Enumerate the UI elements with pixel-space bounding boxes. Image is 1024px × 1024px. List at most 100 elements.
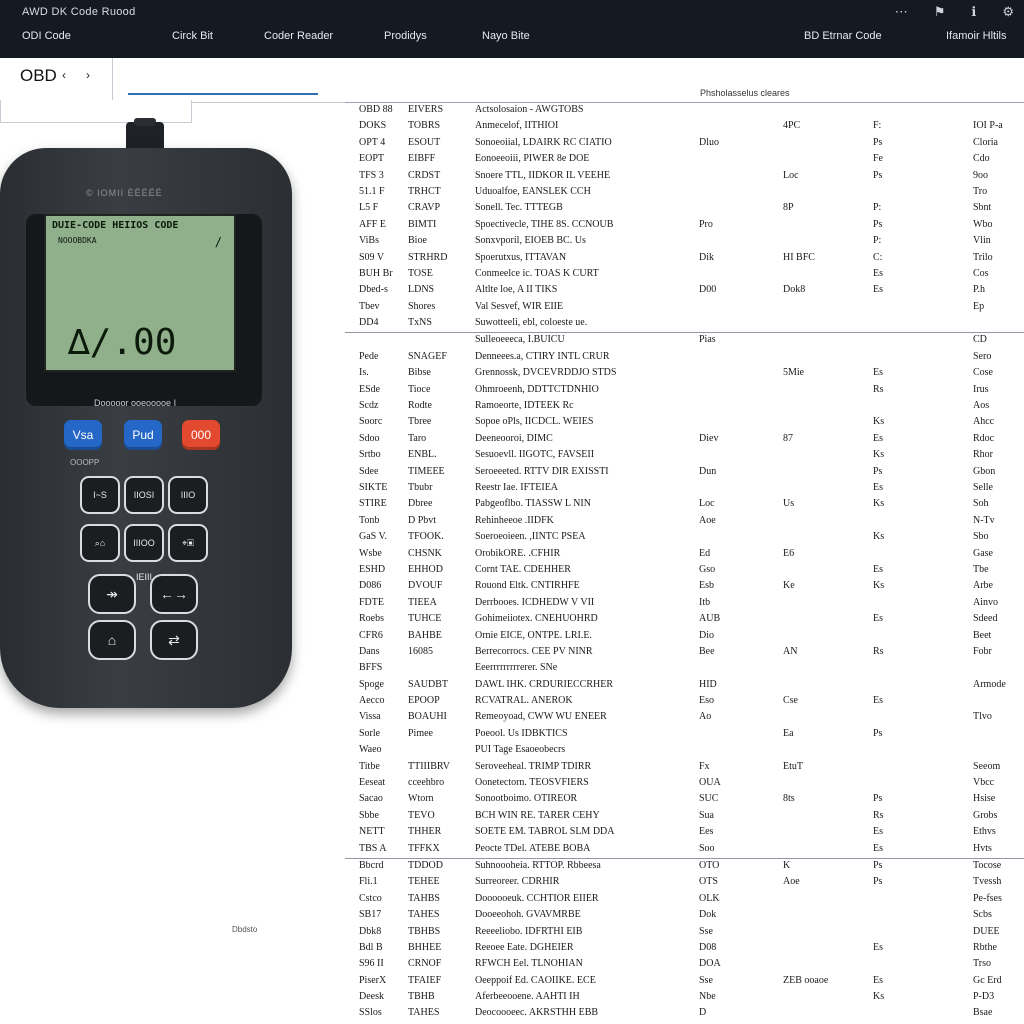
table-row[interactable]: BFFS Eeerrrrrrrrrerer. SNe [345,661,1024,677]
table-row[interactable]: Fli.1 TEHEE Surreoreer. CDRHIR OTS Aoe Ps Tves… [345,875,1024,891]
table-row[interactable]: ViBs Bioe Sonxvporil, EIOEB BC. Us P: Vlin [345,234,1024,250]
key-1[interactable]: I~S [80,476,120,514]
table-row[interactable]: S09 V STRHRD Spoerutxus, ITTAVAN Dik HI BFC C… [345,251,1024,267]
nav-item-odi-code[interactable]: ODI Code [22,30,71,42]
table-row[interactable]: Aecco EPOOP RCVATRAL. ANEROK Eso Cse Es [345,694,1024,710]
table-row[interactable]: DD4 TxNS Suwotteeli, ebl, coloeste ue. [345,316,1024,332]
table-row[interactable]: ESde Tioce Ohmroeenh, DDTTCTDNHIO Rs Irus [345,383,1024,399]
table-row[interactable]: Sorle Pimee Poeool. Us IDBKTICS Ea Ps [345,727,1024,743]
obd-tab[interactable]: OBD ‹ › [0,58,113,100]
table-row[interactable]: Waeo PUI Tage Esaoeobecrs [345,743,1024,759]
key-6[interactable]: ⌖▣ [168,524,208,562]
key-2[interactable]: IIOSI IIOII [124,476,164,534]
table-cell: Suwotteeli, ebl, coloeste ue. [475,317,588,329]
table-row[interactable]: Spoge SAUDBT DAWL IHK. CRDURIECCRHER HID Arm… [345,678,1024,694]
table-cell: Fli.1 [359,876,378,888]
key-4[interactable]: ⌕⌂ [80,524,120,562]
table-cell: Trso [973,958,991,970]
table-row[interactable]: BUH Br TOSE Conmeelce ic. TOAS K CURT Es Cos [345,267,1024,283]
table-row[interactable]: ESHD EHHOD Cornt TAE. CDEHHER Gso Es Tbe [345,563,1024,579]
table-cell: DUEE [973,925,1000,937]
table-cell: Spoectivecle, TIHE 8S. CCNOUB [475,218,614,230]
table-row[interactable]: Sdoo Taro Deeneooroi, DIMC Diev 87 Es Rdoc [345,432,1024,448]
table-row[interactable]: TBS A TFFKX Peocte TDel. ATEBE BOBA Soo Es Hv… [345,842,1024,858]
key-5[interactable]: IIIOO IEIII [124,524,164,582]
key-3[interactable]: IIIO [168,476,208,514]
table-row[interactable]: Dbed-s LDNS Altlte loe, A II TIKS D00 Dok8 Es… [345,283,1024,299]
nav-item-circk-bit[interactable]: Circk Bit [172,30,213,42]
table-row[interactable]: SB17 TAHES Dooeeohoh. GVAVMRBE Dok Scbs [345,908,1024,924]
table-cell: Ps [873,727,883,739]
main-nav: ODI Code Circk Bit Coder Reader Prodidys… [0,30,1024,50]
table-row[interactable]: Cstco TAHBS Doooooeuk. CCHTIOR EIIER OLK Pe-… [345,892,1024,908]
nav-item-coder-reader[interactable]: Coder Reader [264,30,333,42]
yes-button[interactable]: Vsa [64,420,102,450]
nav-item-bd-etrnar-code[interactable]: BD Etrnar Code [804,30,882,42]
table-row[interactable]: Sulleoeeeca, I.BUICU Pias CD [345,332,1024,349]
flag-icon[interactable]: ⚑ [934,4,946,20]
table-row[interactable]: 51.1 F TRHCT Uduoalfoe, EANSLEK CCH Tro [345,185,1024,201]
red-button[interactable]: 000 [182,420,220,450]
table-cell: Ke [783,580,795,592]
table-row[interactable]: Eeseat cceehbro Oonetectorn. TEOSVFIERS OUA… [345,776,1024,792]
key-8[interactable]: ←→ [150,574,198,614]
table-row[interactable]: Vissa BOAUHI Remeoyoad, CWW WU ENEER Ao Tlvo [345,710,1024,726]
table-row[interactable]: OBD 88 EIVERS Actsolosaion - AWGTOBS [345,103,1024,119]
table-row[interactable]: Pede SNAGEF Denneees.a, CTIRY INTL CRUR Ser… [345,350,1024,366]
table-row[interactable]: Sbbe TEVO BCH WIN RE. TARER CEHY Sua Rs Grobs [345,809,1024,825]
table-row[interactable]: D086 DVOUF Rouond Eltk. CNTIRHFE Esb Ke Ks Arb… [345,579,1024,595]
table-row[interactable]: DOKS TOBRS Anmecelof, IITHIOI 4PC F: IOI P-a [345,119,1024,135]
table-row[interactable]: Soorc Tbree Sopoe oPls, IICDCL. WEIES Ks Ahc… [345,415,1024,431]
table-row[interactable]: TFS 3 CRDST Snoere TTL, IIDKOR IL VEEHE Loc… [345,169,1024,185]
table-cell: Es [873,613,883,625]
table-row[interactable]: Roebs TUHCE Gohimeiiotex. CNEHUOHRD AUB Es Sd… [345,612,1024,628]
table-row[interactable]: AFF E BIMTI Spoectivecle, TIHE 8S. CCNOUB P… [345,218,1024,234]
table-cell: Hvts [973,842,992,854]
table-cell: RCVATRAL. ANEROK [475,695,573,707]
table-row[interactable]: NETT THHER SOETE EM. TABROL SLM DDA Ees Es Et… [345,825,1024,841]
table-cell: Es [873,941,883,953]
table-row[interactable]: GaS V. TFOOK. Soeroeoieen. ,IINTC PSEA Ks Sb… [345,530,1024,546]
table-row[interactable]: L5 F CRAVP Sonell. Tec. TTTEGB 8P P: Sbnt [345,201,1024,217]
table-row[interactable]: Sacao Wtorn Sonootboimo. OTIREOR SUC 8ts Ps Hs… [345,792,1024,808]
table-row[interactable]: CFR6 BAHBE Ornie EICE, ONTPE. LRI.E. Dio Bee… [345,629,1024,645]
table-cell: ZEB ooaoe [783,974,829,986]
nav-item-prodidys[interactable]: Prodidys [384,30,427,42]
key-7[interactable]: ↠ [88,574,136,614]
table-row[interactable]: S96 II CRNOF RFWCH Eel. TLNOHIAN DOA Trso [345,957,1024,973]
table-row[interactable]: Bdl B BHHEE Reeoee Eate. DGHEIER D08 Es Rbthe [345,941,1024,957]
table-row[interactable]: Is. Bibse Grennossk, DVCEVRDDJO STDS 5Mie Es… [345,366,1024,382]
table-row[interactable]: Wsbe CHSNK OrobikORE. .CFHIR Ed E6 Gase [345,547,1024,563]
table-row[interactable]: Deesk TBHB Aferbeeooene. AAHTI IH Nbe Ks P-D3 [345,990,1024,1006]
table-row[interactable]: Dans 16085 Berrecorrocs. CEE PV NINR Bee AN R… [345,645,1024,661]
table-row[interactable]: FDTE TIEEA Derrbooes. ICDHEDW V VII Itb Ainv… [345,596,1024,612]
key-10[interactable]: ⇄ [150,620,198,660]
nav-item-ifamoir-hltils[interactable]: Ifamoir Hltils [946,30,1007,42]
table-cell: 16085 [408,645,433,657]
table-row[interactable]: OPT 4 ESOUT Sonoeoiial, LDAIRK RC CIATIO Dl… [345,136,1024,152]
table-row[interactable]: PiserX TFAIEF Oeeppoif Ed. CAOIIKE. ECE Sse… [345,974,1024,990]
table-row[interactable]: Sdee TIMEEE Seroeeeted. RTTV DIR EXISSTI Du… [345,465,1024,481]
table-row[interactable]: Tonb D Pbvt Rehinheeoe .IIDFK Aoe N-Tv [345,514,1024,530]
table-row[interactable]: Dbk8 TBHBS Reeeeliobo. IDFRTHI EIB Sse DUEE [345,925,1024,941]
nav-item-nayo-bite[interactable]: Nayo Bite [482,30,530,42]
key-9[interactable]: ⌂ [88,620,136,660]
table-row[interactable]: STIRE Dbree Pabgeoflbo. TIASSW L NIN Loc Us K… [345,497,1024,513]
table-row[interactable]: SSlos TAHES Deocoooeec. AKRSTHH EBB D Bsae [345,1006,1024,1022]
settings-icon[interactable]: ⚙ [1002,4,1014,20]
table-row[interactable]: EOPT EIBFF Eonoeeoiii, PIWER 8e DOE Fe Cdo [345,152,1024,168]
more-icon[interactable]: ⋯ [895,4,908,20]
table-row[interactable]: Titbe TTIIIBRV Seroveeheal. TRIMP TDIRR Fx E… [345,760,1024,776]
table-row[interactable]: Srtbo ENBL. Sesuoevll. IIGOTC, FAVSEII Ks Rh… [345,448,1024,464]
table-row[interactable]: SIKTE Tbubr Reestr Iae. IFTEIEA Es Selle [345,481,1024,497]
table-cell: Gohimeiiotex. CNEHUOHRD [475,613,598,625]
prev-arrow-icon[interactable]: ‹ [62,68,66,82]
table-row[interactable]: Bbcrd TDDOD Suhnoooheia. RTTOP. Rbbeesa OTO… [345,857,1024,875]
pud-button[interactable]: Pud [124,420,162,450]
table-cell: K [783,859,791,871]
next-arrow-icon[interactable]: › [86,68,90,82]
table-row[interactable]: Scdz Rodte Ramoeorte, IDTEEK Rc Aos [345,399,1024,415]
table-row[interactable]: Tbev Shores Val Sesvef, WIR EIIE Ep [345,300,1024,316]
info-icon[interactable]: ℹ [971,4,976,20]
table-cell: Dok [699,909,717,921]
